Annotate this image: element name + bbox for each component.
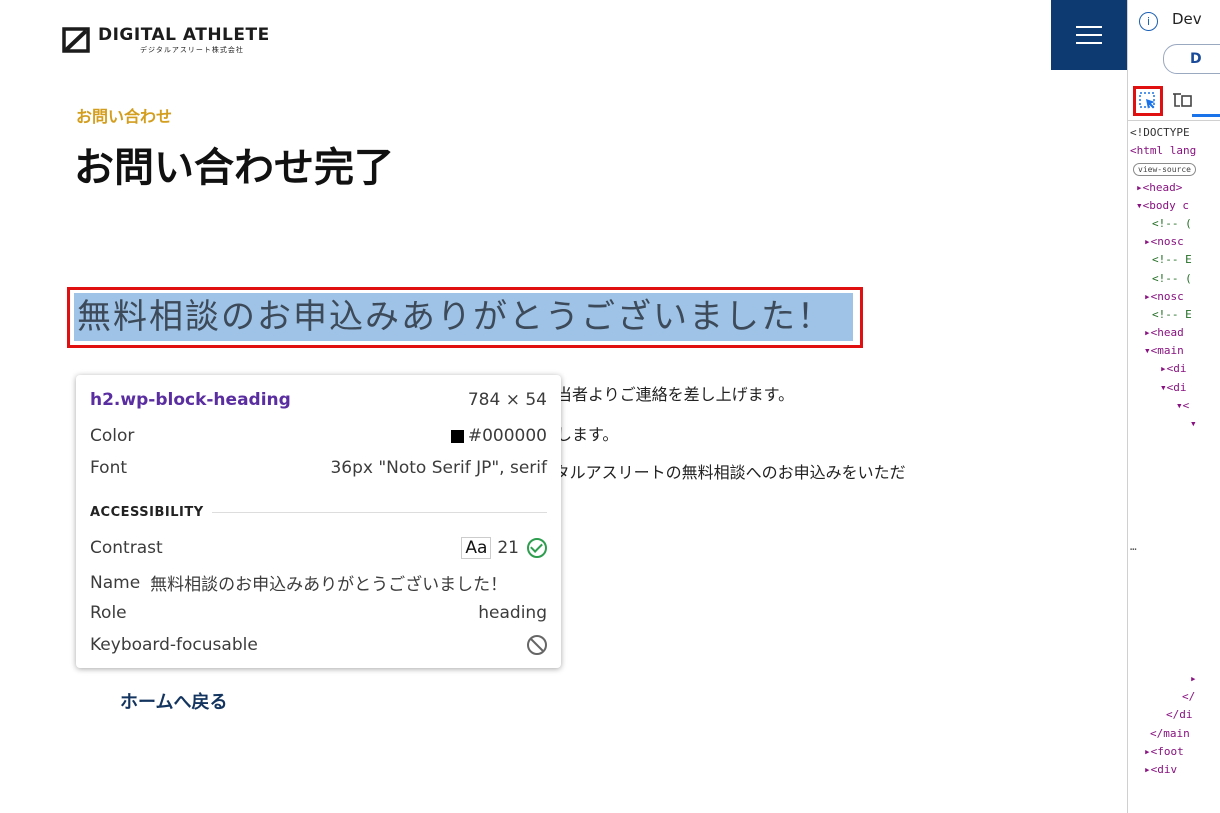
tooltip-selector: h2.wp-block-heading bbox=[90, 390, 291, 410]
elements-tab-indicator[interactable] bbox=[1192, 114, 1220, 117]
body-text-line-1: 担当者よりご連絡を差し上げます。 bbox=[540, 385, 795, 404]
dom-line[interactable]: <html lang bbox=[1128, 142, 1220, 160]
logo-name: DIGITAL ATHLETE bbox=[98, 24, 270, 45]
page-title: お問い合わせ完了 bbox=[74, 144, 394, 191]
tooltip-font-value: 36px "Noto Serif JP", serif bbox=[330, 458, 547, 478]
dom-line[interactable]: <!-- E bbox=[1128, 306, 1220, 324]
dom-line[interactable]: ▸<nosc bbox=[1128, 288, 1220, 306]
website-viewport: DIGITAL ATHLETE デジタルアスリート株式会社 お問い合わせ お問い… bbox=[0, 0, 1127, 813]
home-link[interactable]: ホームへ戻る bbox=[120, 688, 227, 714]
logo-company-name: デジタルアスリート株式会社 bbox=[140, 45, 244, 54]
tooltip-size: 784 × 54 bbox=[467, 390, 547, 410]
dom-line[interactable]: ▾< bbox=[1128, 397, 1220, 415]
dom-line[interactable]: </main bbox=[1128, 725, 1220, 743]
dom-line[interactable]: ▸ bbox=[1128, 670, 1220, 688]
tooltip-name-label: Name bbox=[90, 572, 141, 593]
info-icon: i bbox=[1139, 12, 1158, 31]
not-allowed-icon bbox=[527, 635, 547, 655]
dom-line[interactable]: ▸<di bbox=[1128, 360, 1220, 378]
tooltip-font-label: Font bbox=[90, 458, 128, 478]
section-eyebrow: お問い合わせ bbox=[76, 107, 173, 126]
color-swatch-icon bbox=[450, 429, 464, 443]
dom-line[interactable]: ▾<main bbox=[1128, 342, 1220, 360]
devtools-notice: Dev bbox=[1172, 10, 1202, 28]
contrast-aa-badge: Aa bbox=[461, 537, 492, 559]
dom-tree: <!DOCTYPE <html lang view-source ▸<head>… bbox=[1128, 124, 1220, 433]
dom-line[interactable]: <!DOCTYPE bbox=[1128, 124, 1220, 142]
dom-line[interactable]: ▸<head bbox=[1128, 324, 1220, 342]
highlighted-heading-outline: 無料相談のお申込みありがとうございました！ bbox=[67, 287, 863, 348]
tooltip-role-value: heading bbox=[478, 603, 547, 623]
body-text-line-3: ジタルアスリートの無料相談へのお申込みをいただ bbox=[538, 463, 906, 482]
tooltip-color-value: #000000 bbox=[467, 426, 547, 446]
devtools-notice-button[interactable]: D bbox=[1163, 44, 1220, 74]
inspect-cursor-icon bbox=[1139, 92, 1155, 109]
dom-line[interactable]: <!-- ( bbox=[1128, 215, 1220, 233]
tooltip-accessibility-section: ACCESSIBILITY bbox=[90, 505, 547, 520]
dom-line[interactable]: ▾<body c bbox=[1128, 197, 1220, 215]
tooltip-color-label: Color bbox=[90, 426, 135, 446]
menu-button[interactable] bbox=[1051, 0, 1127, 70]
dom-line[interactable]: ▸<head> bbox=[1128, 179, 1220, 197]
dom-line[interactable]: ▾<di bbox=[1128, 379, 1220, 397]
view-source-badge[interactable]: view-source bbox=[1133, 163, 1196, 177]
tooltip-name-value: 無料相談のお申込みありがとうございました！ bbox=[150, 575, 508, 595]
dom-line[interactable]: ▸<div bbox=[1128, 761, 1220, 779]
dom-line[interactable]: ▸<nosc bbox=[1128, 233, 1220, 251]
device-toggle-icon bbox=[1173, 93, 1192, 107]
check-circle-icon bbox=[527, 538, 547, 558]
dom-line[interactable]: ▸<foot bbox=[1128, 743, 1220, 761]
inspect-tooltip: h2.wp-block-heading 784 × 54 Color #0000… bbox=[76, 375, 561, 668]
thank-you-heading: 無料相談のお申込みありがとうございました！ bbox=[74, 293, 853, 341]
logo-mark-icon bbox=[62, 27, 90, 53]
dom-tree-tail: ▸ </ </di </main ▸<foot ▸<div bbox=[1128, 670, 1220, 779]
dom-line[interactable]: ▾ bbox=[1128, 415, 1220, 433]
tooltip-contrast-value: 21 bbox=[497, 538, 519, 558]
dom-line[interactable]: <!-- E bbox=[1128, 251, 1220, 269]
devtools-panel: i Dev D <!DOCTYPE <html lang view-source… bbox=[1127, 0, 1220, 813]
device-toolbar-button[interactable] bbox=[1173, 92, 1193, 112]
hamburger-menu-icon bbox=[1076, 26, 1102, 44]
tooltip-focusable-label: Keyboard-focusable bbox=[90, 635, 258, 655]
dom-line[interactable]: <!-- ( bbox=[1128, 270, 1220, 288]
dom-line[interactable]: </ bbox=[1128, 688, 1220, 706]
inspect-element-button[interactable] bbox=[1133, 86, 1163, 116]
site-logo[interactable]: DIGITAL ATHLETE デジタルアスリート株式会社 bbox=[62, 22, 270, 58]
tooltip-role-label: Role bbox=[90, 603, 127, 623]
dom-tree-ellipsis[interactable]: … bbox=[1130, 540, 1137, 553]
tooltip-contrast-label: Contrast bbox=[90, 538, 163, 558]
dom-line[interactable]: </di bbox=[1128, 706, 1220, 724]
